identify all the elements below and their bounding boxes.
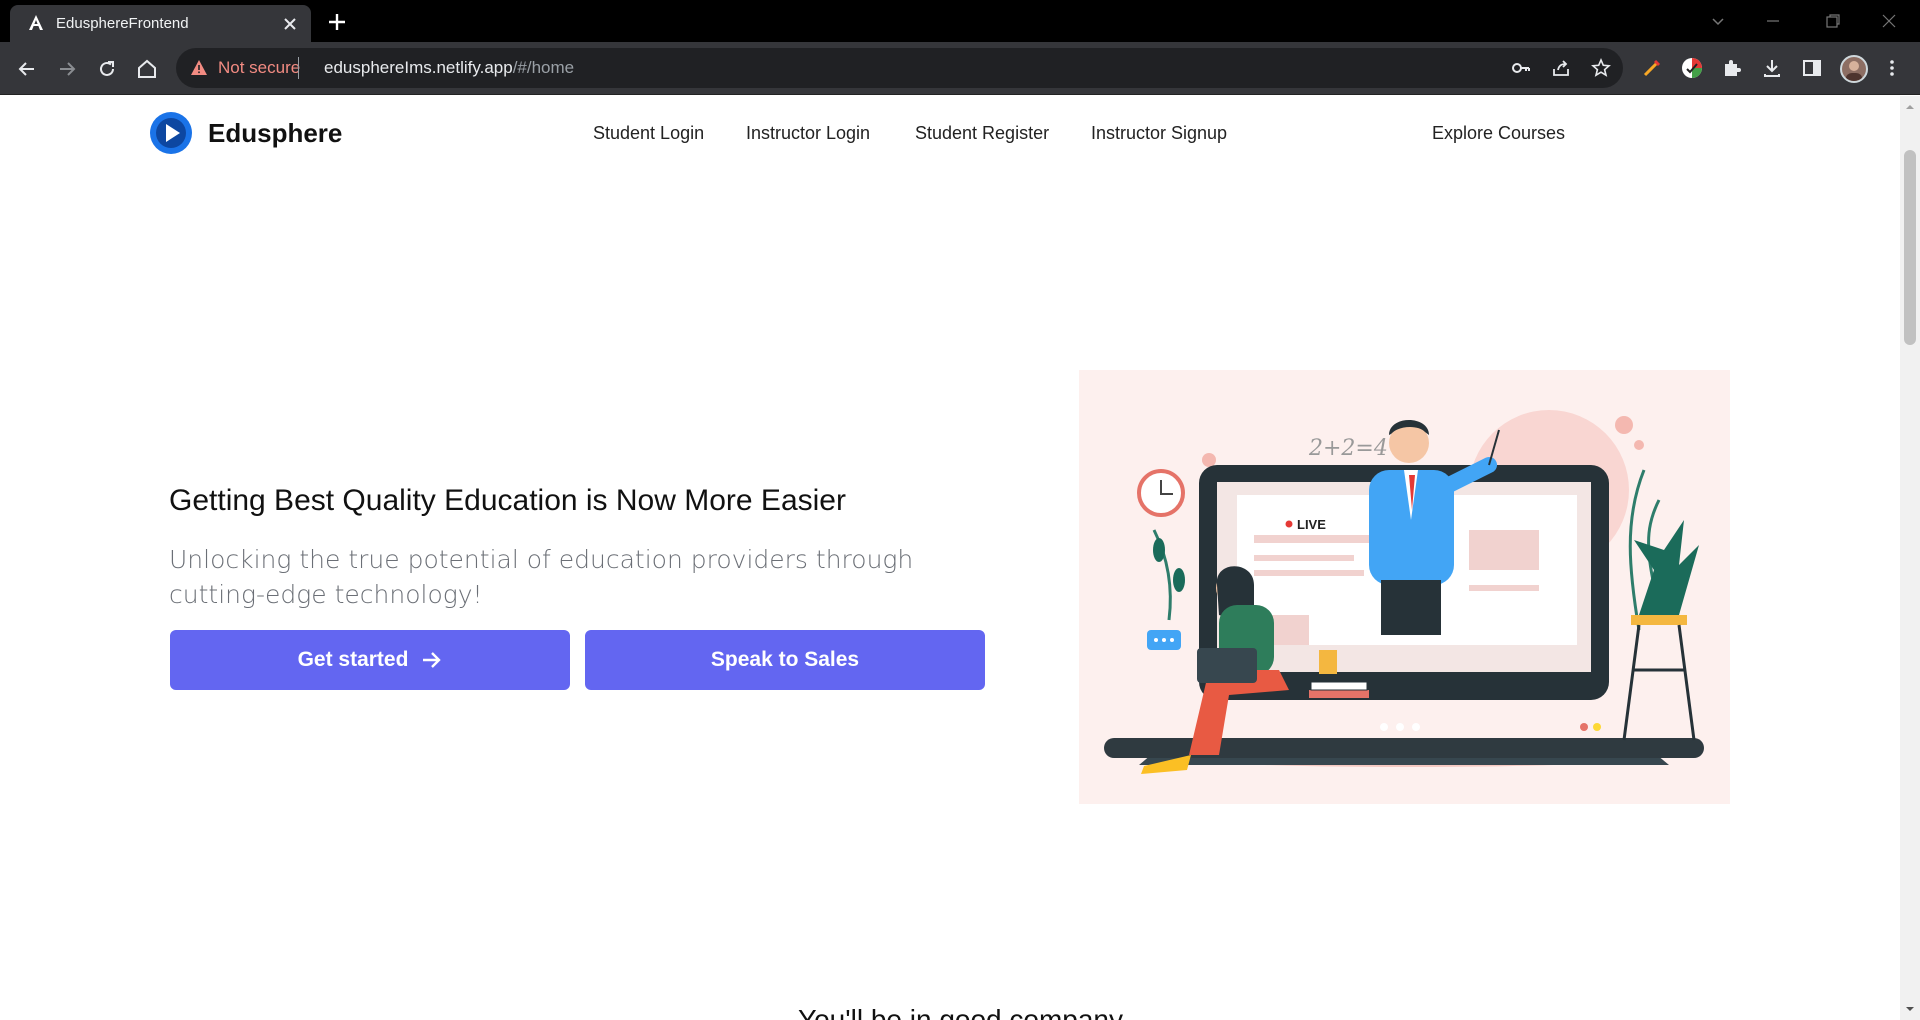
forward-icon[interactable] <box>54 56 80 82</box>
online-class-illustration: LIVE 2+2=4 <box>1104 410 1704 774</box>
nav-explore-courses[interactable]: Explore Courses <box>1432 123 1565 144</box>
browser-tab[interactable]: EdusphereFrontend <box>10 5 311 42</box>
browser-toolbar: Not secure edusphereIms.netlify.app/#/ho… <box>0 42 1920 95</box>
live-badge: LIVE <box>1297 517 1326 532</box>
not-secure-label[interactable]: Not secure <box>218 58 300 78</box>
restore-icon[interactable] <box>1822 10 1844 32</box>
arrow-right-icon <box>423 652 442 668</box>
color-picker-extension-icon[interactable] <box>1640 56 1664 80</box>
profile-avatar[interactable] <box>1840 55 1868 83</box>
reload-icon[interactable] <box>94 56 120 82</box>
angular-favicon-icon <box>29 15 43 30</box>
nav-student-register[interactable]: Student Register <box>915 123 1049 144</box>
speak-to-sales-button[interactable]: Speak to Sales <box>585 630 985 690</box>
edusphere-logo-icon[interactable] <box>149 111 193 155</box>
scroll-thumb[interactable] <box>1904 150 1916 345</box>
hero-subtext: Unlocking the true potential of educatio… <box>169 545 914 609</box>
url-text[interactable]: edusphereIms.netlify.app/#/home <box>324 58 574 78</box>
close-tab-icon[interactable] <box>280 14 300 34</box>
scroll-up-arrow-icon[interactable] <box>1905 102 1915 112</box>
tab-search-chevron-icon[interactable] <box>1707 10 1729 32</box>
tab-title: EdusphereFrontend <box>56 15 189 32</box>
close-window-icon[interactable] <box>1878 10 1900 32</box>
page-viewport: Edusphere Student Login Instructor Login… <box>0 96 1899 1020</box>
home-icon[interactable] <box>134 56 160 82</box>
equation-text: 2+2=4 <box>1308 436 1388 461</box>
url-host: edusphereIms.netlify.app <box>324 58 513 77</box>
warning-icon[interactable] <box>190 59 208 77</box>
share-icon[interactable] <box>1550 57 1572 79</box>
download-icon[interactable] <box>1760 56 1784 80</box>
hero-illustration: LIVE 2+2=4 <box>1079 370 1730 804</box>
get-started-label: Get started <box>297 648 409 671</box>
address-bar[interactable]: Not secure edusphereIms.netlify.app/#/ho… <box>176 48 1623 88</box>
browser-menu-icon[interactable] <box>1880 56 1904 80</box>
bookmark-star-icon[interactable] <box>1590 57 1612 79</box>
password-key-icon[interactable] <box>1510 57 1532 79</box>
profile-avatar-icon <box>1846 61 1862 81</box>
new-tab-icon[interactable] <box>325 10 349 34</box>
url-path: /#/home <box>512 58 575 77</box>
get-started-button[interactable]: Get started <box>170 630 570 690</box>
minimize-icon[interactable] <box>1762 10 1784 32</box>
speak-to-sales-label: Speak to Sales <box>710 648 860 671</box>
browser-tab-strip: EdusphereFrontend <box>0 0 1920 42</box>
good-company-heading: You'll be in good company <box>798 1004 1123 1020</box>
hero-headline: Getting Best Quality Education is Now Mo… <box>169 484 846 517</box>
scroll-down-arrow-icon[interactable] <box>1905 1004 1915 1014</box>
extensions-puzzle-icon[interactable] <box>1720 56 1744 80</box>
nav-instructor-signup[interactable]: Instructor Signup <box>1091 123 1227 144</box>
page-scrollbar[interactable] <box>1900 96 1920 1020</box>
url-separator <box>298 57 299 79</box>
nav-instructor-login[interactable]: Instructor Login <box>746 123 870 144</box>
back-icon[interactable] <box>14 56 40 82</box>
brand-name[interactable]: Edusphere <box>208 118 342 149</box>
nav-student-login[interactable]: Student Login <box>593 123 704 144</box>
side-panel-icon[interactable] <box>1800 56 1824 80</box>
grammar-extension-icon[interactable] <box>1680 56 1704 80</box>
